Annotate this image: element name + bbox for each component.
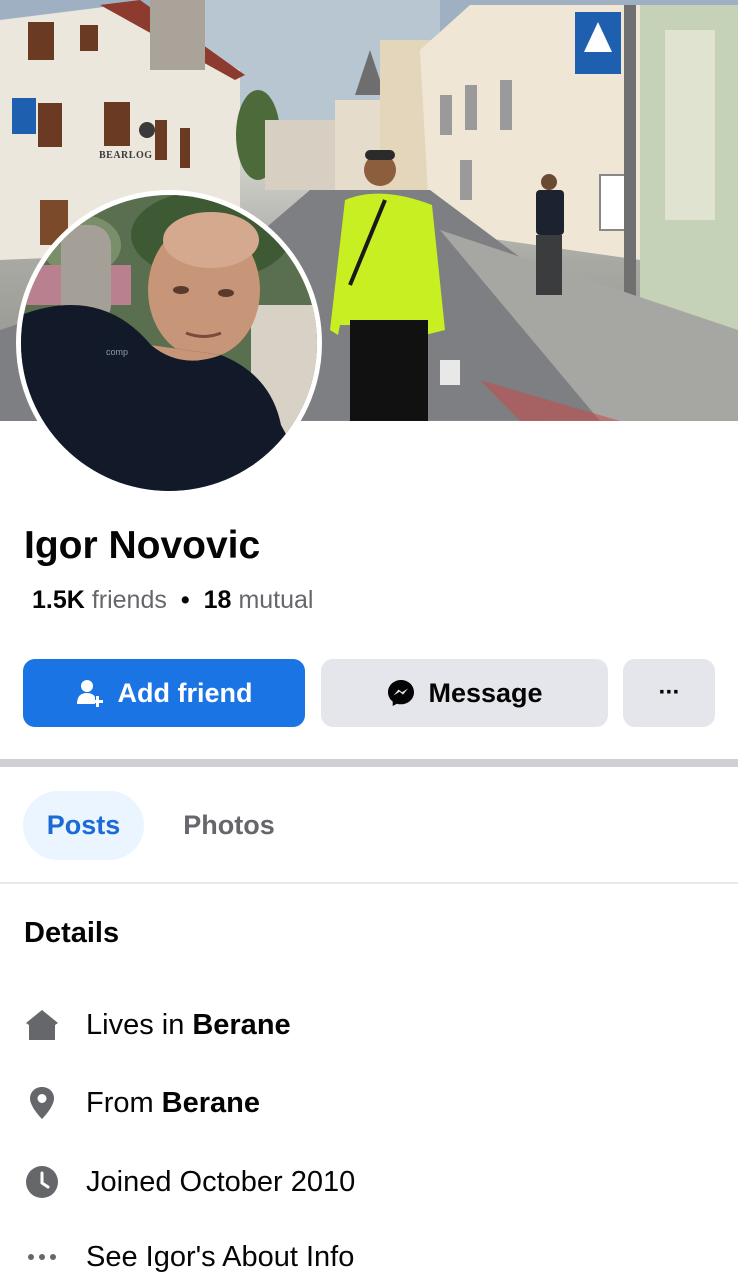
profile-name: Igor Novovic	[24, 524, 261, 567]
mutual-count: 18	[203, 586, 232, 614]
stats-separator: •	[180, 586, 190, 614]
message-label: Message	[428, 677, 543, 708]
friends-label: friends	[91, 586, 167, 614]
profile-avatar[interactable]: comp	[16, 190, 322, 496]
cover-sign-text: BEARLOG	[99, 150, 153, 161]
detail-lives-in-prefix: Lives in	[86, 1008, 185, 1041]
messenger-icon	[386, 678, 416, 708]
clock-icon	[24, 1164, 60, 1200]
add-person-icon	[76, 678, 106, 708]
detail-lives-in-value: Berane	[192, 1008, 291, 1041]
avatar-photo: comp	[21, 195, 317, 491]
mutual-label: mutual	[238, 586, 314, 614]
add-friend-label: Add friend	[117, 677, 253, 708]
tabs-divider	[0, 882, 738, 884]
add-friend-button[interactable]: Add friend	[23, 659, 305, 727]
location-pin-icon	[24, 1085, 60, 1121]
svg-text:comp: comp	[106, 347, 128, 357]
tab-photos[interactable]: Photos	[168, 791, 290, 860]
detail-see-about[interactable]: See Igor's About Info	[24, 1237, 354, 1277]
section-divider	[0, 759, 738, 767]
detail-joined: Joined October 2010	[24, 1162, 355, 1202]
friends-stats[interactable]: 1.5K friends • 18 mutual	[32, 586, 313, 615]
see-about-info-link[interactable]: See Igor's About Info	[86, 1241, 354, 1274]
tab-posts[interactable]: Posts	[23, 791, 144, 860]
home-icon	[24, 1007, 60, 1043]
more-options-button[interactable]: ···	[623, 659, 715, 727]
more-dots-icon: ···	[658, 679, 681, 706]
detail-from-value: Berane	[161, 1086, 260, 1119]
detail-joined-text: Joined October 2010	[86, 1165, 356, 1198]
more-dots-icon	[24, 1239, 60, 1275]
detail-from-prefix: From	[86, 1086, 154, 1119]
details-heading: Details	[24, 917, 120, 949]
message-button[interactable]: Message	[321, 659, 608, 727]
detail-lives-in: Lives in Berane	[24, 1005, 291, 1045]
detail-from: From Berane	[24, 1083, 260, 1123]
friends-count: 1.5K	[32, 586, 85, 614]
